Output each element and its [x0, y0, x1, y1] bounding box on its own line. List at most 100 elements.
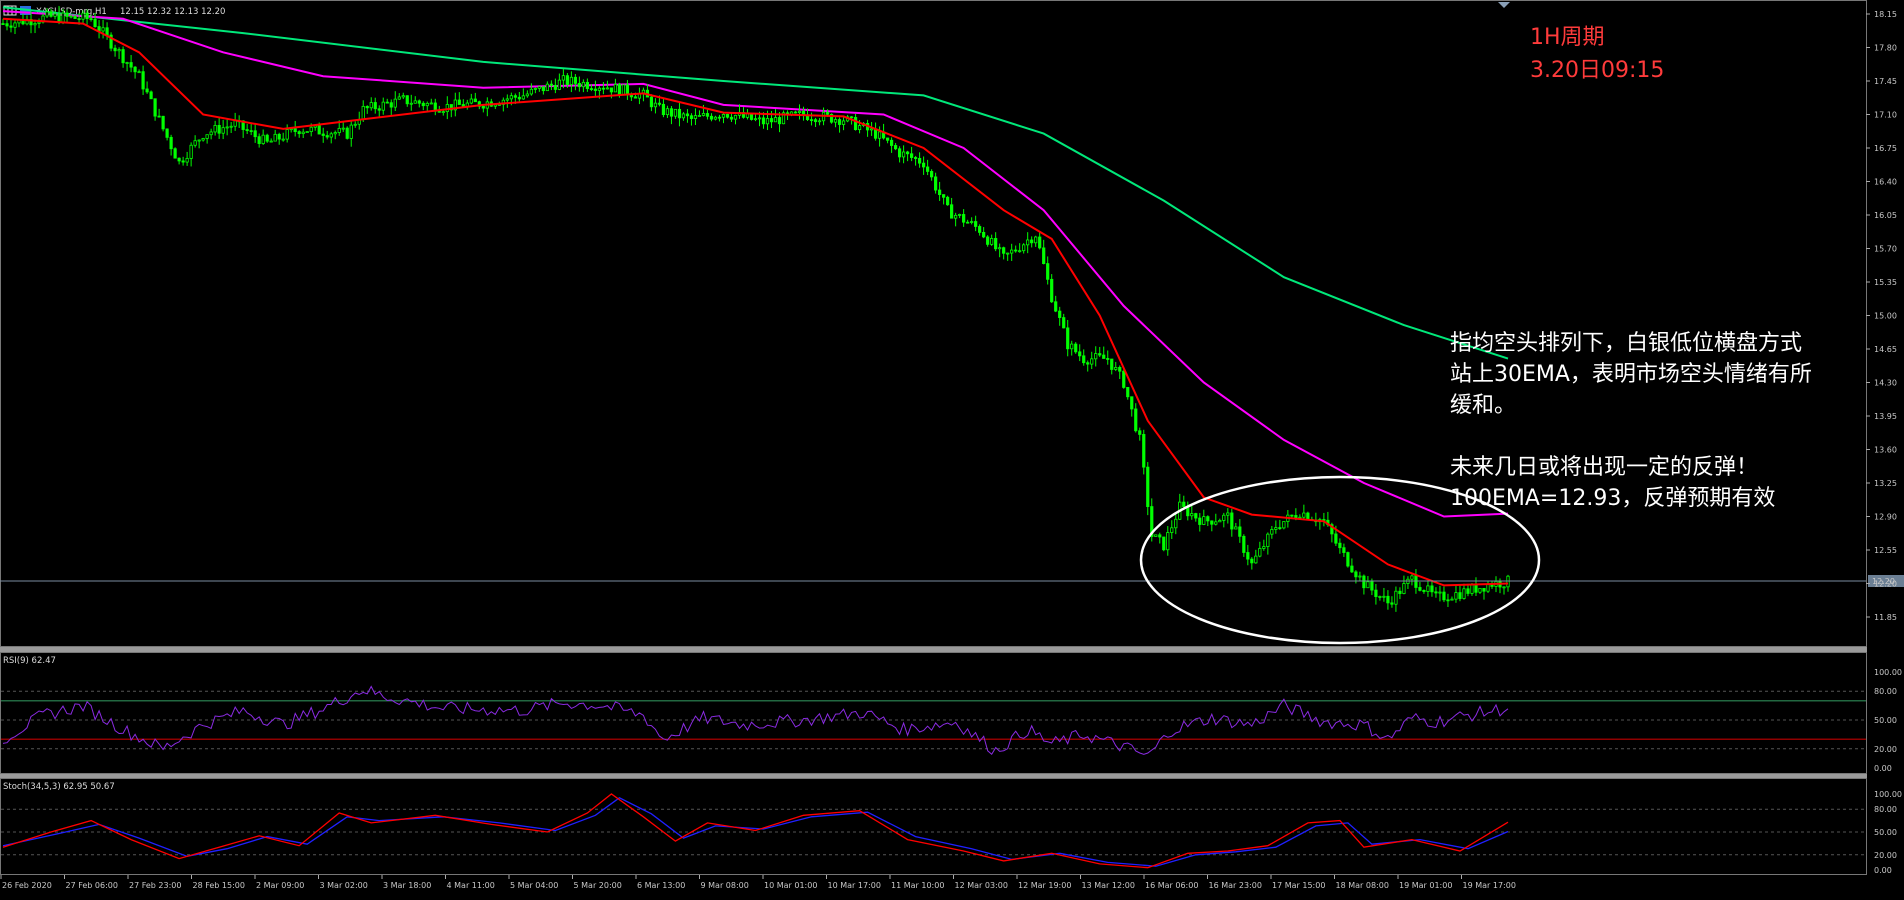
candle-body [1170, 527, 1174, 533]
candle-body [605, 87, 610, 90]
candle-body [1486, 584, 1490, 592]
candle-body [1358, 575, 1362, 578]
candle-body [37, 21, 41, 24]
candle-body [341, 127, 345, 130]
candle-body [1146, 466, 1150, 507]
candle-body [565, 75, 569, 85]
time-tick-label: 12 Mar 03:00 [955, 881, 1008, 890]
candle-body [269, 140, 273, 143]
candle-body [117, 49, 121, 52]
time-tick-label: 2 Mar 09:00 [256, 881, 304, 890]
candle-body [309, 126, 313, 133]
candle-body [277, 133, 281, 140]
candle-body [693, 115, 698, 119]
candle-body [225, 126, 229, 129]
candle-body [365, 105, 369, 109]
candle-body [421, 102, 425, 107]
candle-body [893, 145, 898, 150]
candle-body [197, 139, 201, 142]
candle-body [161, 115, 165, 130]
candle-body [970, 221, 974, 223]
candle-body [545, 83, 549, 92]
candle-body [1026, 239, 1030, 246]
stoch-tick-label: 80.00 [1874, 805, 1897, 814]
candle-body [553, 84, 557, 90]
rsi-tick-label: 80.00 [1874, 687, 1897, 696]
candle-body [721, 114, 726, 118]
candle-body [253, 130, 257, 138]
time-tick-label: 16 Mar 06:00 [1145, 881, 1198, 890]
candle-body [1074, 343, 1078, 353]
candle-body [1246, 552, 1250, 560]
candle-body [1098, 353, 1102, 356]
candle-body [1426, 585, 1430, 592]
candle-body [609, 87, 614, 93]
price-tick-label: 14.30 [1874, 379, 1897, 388]
candle-body [177, 157, 181, 162]
candle-body [541, 86, 545, 92]
candle-body [245, 129, 249, 132]
time-tick-label: 19 Mar 01:00 [1399, 881, 1452, 890]
candle-body [1370, 581, 1374, 591]
candle-body [45, 11, 49, 17]
candle-body [521, 95, 525, 100]
candle-body [1386, 595, 1390, 604]
candle-body [509, 95, 513, 100]
candle-body [385, 101, 389, 104]
candle-body [757, 117, 762, 120]
candle-body [1014, 249, 1018, 252]
candle-body [1242, 535, 1246, 553]
candle-body [141, 71, 145, 90]
candle-body [409, 102, 413, 105]
time-tick-label: 10 Mar 17:00 [828, 881, 881, 890]
candle-body [653, 102, 658, 108]
candle-body [273, 133, 277, 142]
time-tick-label: 3 Mar 18:00 [383, 881, 431, 890]
candle-body [261, 134, 265, 144]
candle-body [837, 119, 842, 125]
candle-body [1086, 362, 1090, 365]
candle-body [1254, 555, 1258, 564]
candle-body [297, 131, 301, 135]
candle-body [525, 93, 529, 97]
candle-body [265, 134, 269, 142]
candle-body [1278, 527, 1282, 530]
candle-body [918, 158, 922, 164]
candle-body [1346, 552, 1350, 567]
candle-body [5, 23, 9, 27]
candle-body [1402, 583, 1406, 594]
candle-body [1042, 247, 1046, 265]
candle-body [189, 144, 193, 159]
candle-body [93, 18, 97, 27]
time-tick-label: 26 Feb 2020 [2, 881, 52, 890]
candle-body [469, 98, 473, 104]
candle-body [585, 81, 589, 89]
candle-body [1362, 575, 1366, 589]
candle-body [1190, 513, 1194, 517]
candle-body [926, 166, 930, 172]
candle-body [349, 124, 353, 139]
candle-body [1110, 358, 1114, 370]
candle-body [857, 125, 862, 131]
candle-body [105, 27, 109, 36]
time-tick-label: 27 Feb 06:00 [66, 881, 118, 890]
candle-body [533, 88, 537, 90]
candle-body [233, 120, 237, 127]
candle-body [333, 132, 337, 135]
candle-body [301, 131, 305, 135]
candle-body [901, 151, 906, 158]
candle-body [213, 124, 217, 133]
candle-body [1230, 512, 1234, 530]
candle-body [1222, 514, 1226, 521]
candle-body [1418, 587, 1422, 591]
candle-body [1198, 517, 1202, 525]
candle-body [1482, 587, 1486, 592]
chart-canvas: XAGUSD-mrg,H1 12.15 12.32 12.13 12.20 12… [0, 0, 1904, 896]
candle-body [217, 124, 221, 134]
candle-body [257, 136, 261, 144]
candle-body [1094, 353, 1098, 360]
candle-body [1126, 387, 1130, 398]
candle-body [1134, 408, 1138, 432]
price-tick-label: 12.55 [1874, 546, 1897, 555]
rsi-label: RSI(9) 62.47 [3, 656, 56, 666]
